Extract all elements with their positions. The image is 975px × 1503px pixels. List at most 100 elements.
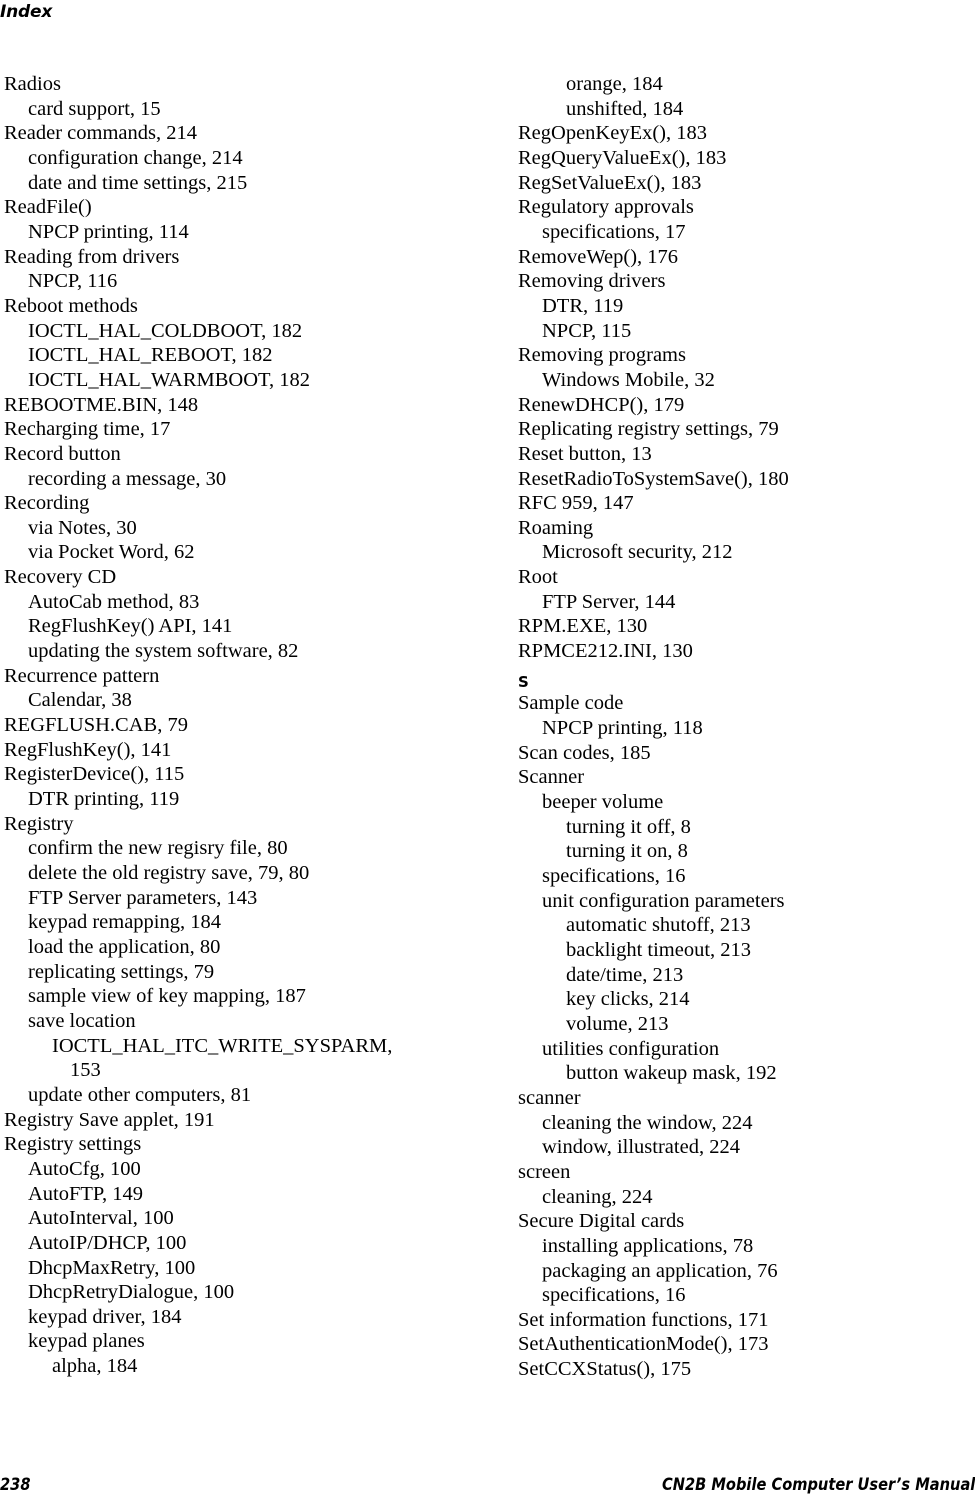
index-entry: Microsoft security, 212: [542, 541, 733, 564]
index-entry: Reset button, 13: [518, 442, 652, 465]
index-entry: Secure Digital cards: [518, 1210, 685, 1233]
index-column-right: orange, 184 unshifted, 184 RegOpenKeyEx(),…: [518, 72, 958, 1382]
index-entry: keypad remapping, 184: [28, 911, 221, 934]
index-entry: orange, 184: [566, 73, 663, 95]
index-entry: via Pocket Word, 62: [28, 541, 195, 564]
index-entry: Registry settings: [4, 1133, 142, 1156]
index-entry: Removing programs: [518, 344, 686, 367]
index-body: Radios card support, 15 Reader commands, 2…: [0, 72, 975, 1402]
index-entry: Recurrence pattern: [4, 664, 160, 687]
index-entry: NPCP printing, 114: [28, 220, 189, 243]
index-entry: updating the system software, 82: [28, 640, 299, 663]
index-entry: Replicating registry settings, 79: [518, 418, 779, 441]
index-entry: Scan codes, 185: [518, 741, 651, 764]
index-entry: RegisterDevice(), 115: [4, 763, 185, 786]
index-entry: via Notes, 30: [28, 516, 137, 539]
index-entry: 153: [70, 1059, 101, 1082]
index-entry: load the application, 80: [28, 935, 221, 958]
index-entry: RenewDHCP(), 179: [518, 393, 685, 416]
index-entry: ResetRadioToSystemSave(), 180: [518, 467, 789, 490]
index-entry: volume, 213: [566, 1012, 669, 1035]
index-entry: NPCP, 116: [28, 270, 118, 293]
index-entry: IOCTL_HAL_WARMBOOT, 182: [28, 368, 311, 391]
index-entry: RFC 959, 147: [518, 492, 634, 515]
index-entry: Roaming: [518, 516, 594, 539]
page-footer: 238 CN2B Mobile Computer User’s Manual: [0, 1469, 975, 1495]
index-entry: date and time settings, 215: [28, 171, 248, 194]
index-entry: RegQueryValueEx(), 183: [518, 146, 727, 169]
index-entry: specifications, 17: [542, 220, 686, 243]
index-entry: DTR printing, 119: [28, 788, 180, 811]
index-entry: DhcpRetryDialogue, 100: [28, 1281, 235, 1304]
index-entry: Root: [518, 566, 558, 589]
index-entry: beeper volume: [542, 791, 664, 814]
index-entry: unit configuration parameters: [542, 889, 785, 912]
index-entry: DTR, 119: [542, 294, 624, 317]
index-entry: Recording: [4, 492, 90, 515]
index-entry: card support, 15: [28, 97, 161, 120]
index-entry: AutoCfg, 100: [28, 1157, 141, 1180]
index-entry: turning it on, 8: [566, 840, 688, 863]
index-entry: unshifted, 184: [566, 97, 684, 120]
index-entry: sample view of key mapping, 187: [28, 985, 306, 1008]
index-entry: Regulatory approvals: [518, 196, 694, 219]
index-entry: RemoveWep(), 176: [518, 245, 679, 268]
index-entry: turning it off, 8: [566, 815, 691, 838]
index-entry: date/time, 213: [566, 963, 684, 986]
index-entry: AutoInterval, 100: [28, 1207, 174, 1230]
index-entry: screen: [518, 1160, 571, 1183]
index-entry: specifications, 16: [542, 865, 686, 887]
page-number: 238: [0, 1475, 31, 1495]
index-entry: RegFlushKey(), 141: [4, 738, 172, 761]
index-entry: Windows Mobile, 32: [542, 368, 715, 391]
index-entry: keypad driver, 184: [28, 1305, 182, 1328]
index-entry: Removing drivers: [518, 270, 666, 293]
index-entry: update other computers, 81: [28, 1083, 252, 1106]
index-entry: Reading from drivers: [4, 245, 180, 268]
index-entry: alpha, 184: [52, 1355, 138, 1378]
index-entry: automatic shutoff, 213: [566, 914, 751, 937]
index-entry: recording a message, 30: [28, 467, 227, 490]
index-entry: NPCP, 115: [542, 319, 632, 342]
index-entry: Registry Save applet, 191: [4, 1108, 215, 1131]
manual-title: CN2B Mobile Computer User’s Manual: [661, 1475, 975, 1495]
index-entry: configuration change, 214: [28, 146, 243, 169]
index-page: Index Radios card support, 15 Reader comma…: [0, 0, 975, 1503]
index-entry: RegSetValueEx(), 183: [518, 171, 702, 194]
running-head: Index: [0, 2, 53, 22]
index-entry: Set information functions, 171: [518, 1308, 769, 1331]
index-entry: ReadFile(): [4, 196, 92, 219]
index-entry: RegFlushKey() API, 141: [28, 615, 233, 638]
index-entry: delete the old registry save, 79, 80: [28, 862, 310, 884]
index-entry: Registry: [4, 812, 74, 835]
index-section-letter: S: [518, 672, 529, 691]
index-column-left: Radios card support, 15 Reader commands, 2…: [4, 72, 444, 1379]
index-entry: confirm the new regisry file, 80: [28, 837, 288, 860]
index-entry: Recovery CD: [4, 566, 117, 589]
index-entry: Scanner: [518, 766, 585, 789]
index-entry: Recharging time, 17: [4, 418, 171, 441]
index-entry: keypad planes: [28, 1330, 145, 1353]
index-entry: IOCTL_HAL_COLDBOOT, 182: [28, 319, 303, 342]
index-entry: cleaning the window, 224: [542, 1111, 753, 1134]
index-entry: installing applications, 78: [542, 1234, 754, 1257]
index-entry: FTP Server parameters, 143: [28, 886, 258, 909]
index-entry: Reboot methods: [4, 294, 138, 317]
index-entry: packaging an application, 76: [542, 1259, 778, 1282]
index-entry: IOCTL_HAL_ITC_WRITE_SYSPARM,: [52, 1034, 393, 1057]
index-entry: SetAuthenticationMode(), 173: [518, 1333, 769, 1356]
index-entry: utilities configuration: [542, 1037, 720, 1060]
index-entry: save location: [28, 1009, 136, 1032]
index-entry: SetCCXStatus(), 175: [518, 1358, 692, 1381]
index-entry: Calendar, 38: [28, 689, 132, 712]
index-entry: replicating settings, 79: [28, 960, 215, 983]
index-entry: DhcpMaxRetry, 100: [28, 1256, 196, 1279]
index-entry: AutoCab method, 83: [28, 590, 200, 613]
index-entry: RPM.EXE, 130: [518, 615, 648, 638]
index-entry: cleaning, 224: [542, 1185, 653, 1208]
index-entry: backlight timeout, 213: [566, 938, 752, 961]
index-entry: NPCP printing, 118: [542, 717, 703, 740]
index-entry: AutoIP/DHCP, 100: [28, 1231, 187, 1254]
index-entry: IOCTL_HAL_REBOOT, 182: [28, 344, 273, 367]
index-entry: RPMCE212.INI, 130: [518, 640, 693, 663]
